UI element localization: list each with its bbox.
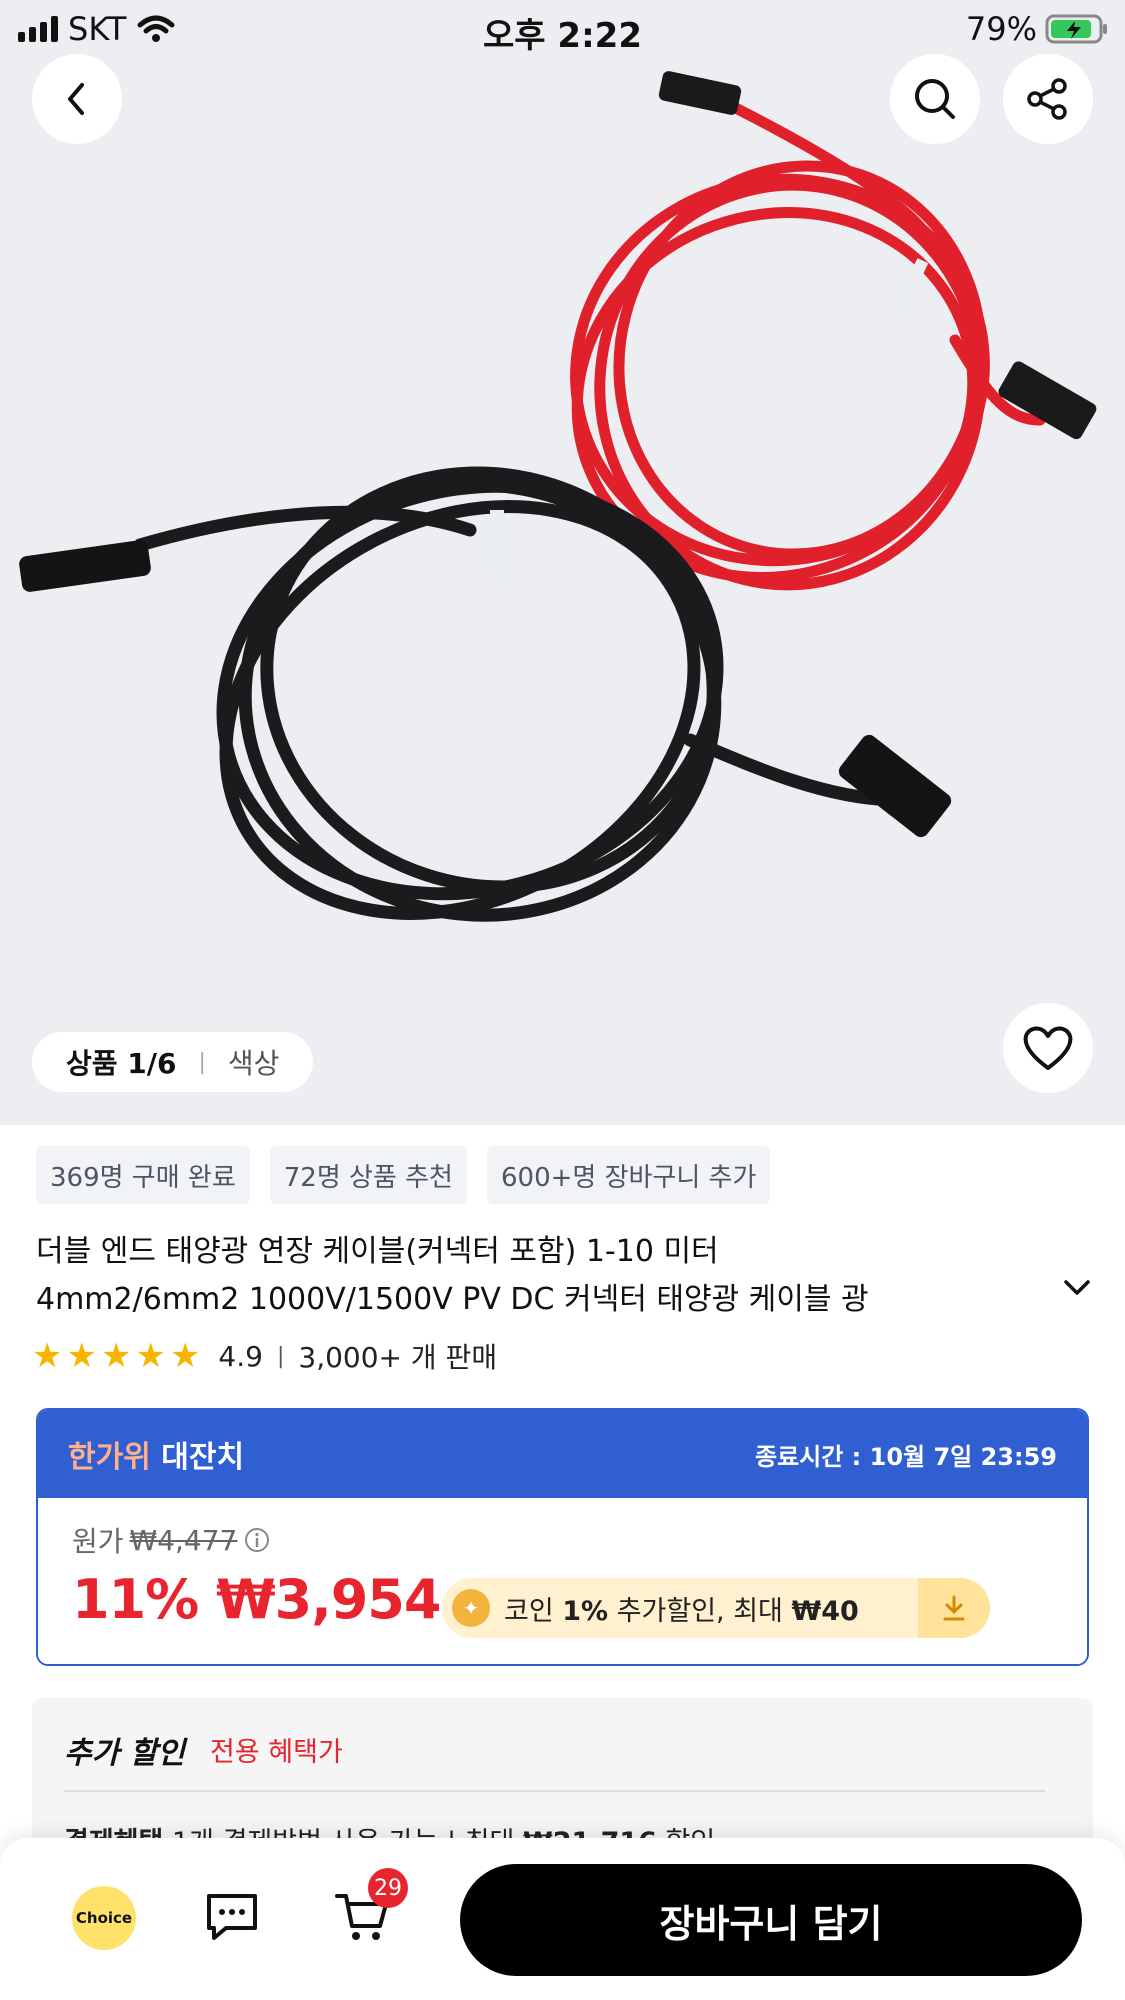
rating-row[interactable]: ★ ★ ★ ★ ★ 4.9 | 3,000+ 개 판매: [32, 1336, 497, 1376]
choice-button[interactable]: Choice: [72, 1886, 136, 1950]
sold-count: 3,000+ 개 판매: [298, 1341, 498, 1374]
extra-discount-subheading: 전용 혜택가: [210, 1737, 343, 1768]
product-title[interactable]: 더블 엔드 태양광 연장 케이블(커넥터 포함) 1-10 미터 4mm2/6m…: [36, 1228, 1036, 1324]
coin-text: 코인 1% 추가할인, 최대 ₩40: [504, 1595, 859, 1627]
product-image-gallery[interactable]: SKT 오후 2:22 79% 상품 1/6 | 색상: [0, 0, 1125, 1125]
clock: 오후 2:22: [483, 16, 642, 56]
battery-percent: 79%: [965, 10, 1037, 48]
cart-count-badge: 29: [368, 1868, 408, 1908]
star-rating: ★ ★ ★ ★ ★: [32, 1339, 200, 1373]
tag-recommended: 72명 상품 추천: [269, 1146, 467, 1204]
share-icon: [1027, 78, 1067, 120]
rating-value: 4.9: [218, 1339, 263, 1373]
original-price-row: 원가 ₩4,477: [72, 1520, 271, 1560]
info-icon[interactable]: [243, 1526, 271, 1554]
bottom-action-bar: Choice 29 장바구니 담기: [0, 1838, 1125, 2000]
chevron-down-icon[interactable]: [1062, 1278, 1092, 1298]
original-label: 원가: [72, 1525, 124, 1558]
coin-discount-pill[interactable]: ✦ 코인 1% 추가할인, 최대 ₩40: [442, 1578, 990, 1638]
tag-purchased: 369명 구매 완료: [36, 1146, 250, 1204]
search-icon: [915, 79, 955, 119]
promo-end-time: 종료시간 : 10월 7일 23:59: [755, 1442, 1057, 1471]
battery-icon: [1045, 14, 1107, 44]
divider: [64, 1790, 1045, 1792]
back-button[interactable]: [32, 54, 122, 144]
star-icon: ★: [32, 1336, 63, 1376]
promo-card: 한가위 대잔치 종료시간 : 10월 7일 23:59 원가 ₩4,477 11…: [36, 1408, 1089, 1666]
pager-divider: |: [198, 1049, 206, 1075]
heart-icon: [1023, 1026, 1073, 1070]
promo-header: 한가위 대잔치 종료시간 : 10월 7일 23:59: [38, 1410, 1087, 1498]
download-icon: [943, 1595, 965, 1621]
coin-download-button[interactable]: [918, 1578, 990, 1638]
rating-divider: |: [276, 1343, 285, 1369]
star-icon: ★: [169, 1336, 201, 1376]
promo-name-rest: 대잔치: [150, 1440, 245, 1475]
original-price: ₩4,477: [129, 1523, 238, 1557]
discount-percent: 11%: [72, 1568, 199, 1631]
current-price: ₩3,954: [216, 1568, 441, 1631]
option-tab[interactable]: 색상: [228, 1042, 280, 1082]
chevron-left-icon: [68, 83, 84, 115]
star-icon: ★: [135, 1336, 166, 1376]
extra-discount-heading: 추가 할인: [64, 1736, 185, 1771]
social-proof-tags: 369명 구매 완료 72명 상품 추천 600+명 장바구니 추가: [36, 1146, 771, 1204]
star-icon: ★: [66, 1336, 97, 1376]
product-photo: [0, 0, 1125, 1125]
share-button[interactable]: [1003, 54, 1093, 144]
wishlist-button[interactable]: [1003, 1003, 1093, 1093]
coin-icon: ✦: [452, 1589, 490, 1627]
image-pager[interactable]: 상품 1/6 | 색상: [32, 1032, 314, 1092]
tag-carted: 600+명 장바구니 추가: [486, 1146, 771, 1204]
price-block: 원가 ₩4,477 11% ₩3,954 ✦ 코인 1% 추가할인, 최대 ₩4…: [38, 1498, 1087, 1664]
title-line-1: 더블 엔드 태양광 연장 케이블(커넥터 포함) 1-10 미터: [36, 1234, 719, 1269]
image-counter: 상품 1/6: [66, 1047, 177, 1080]
search-button[interactable]: [890, 54, 980, 144]
promo-name: 한가위 대잔치: [68, 1432, 244, 1476]
status-right: 79%: [966, 10, 1109, 48]
message-icon[interactable]: [204, 1890, 260, 1944]
star-icon: ★: [100, 1336, 132, 1376]
status-bar: SKT 오후 2:22 79%: [0, 0, 1125, 60]
sale-price: 11% ₩3,954: [72, 1568, 441, 1631]
title-line-2: 4mm2/6mm2 1000V/1500V PV DC 커넥터 태양광 케이블 …: [36, 1282, 869, 1317]
add-to-cart-button[interactable]: 장바구니 담기: [460, 1864, 1082, 1976]
promo-name-accent: 한가위: [68, 1440, 151, 1475]
